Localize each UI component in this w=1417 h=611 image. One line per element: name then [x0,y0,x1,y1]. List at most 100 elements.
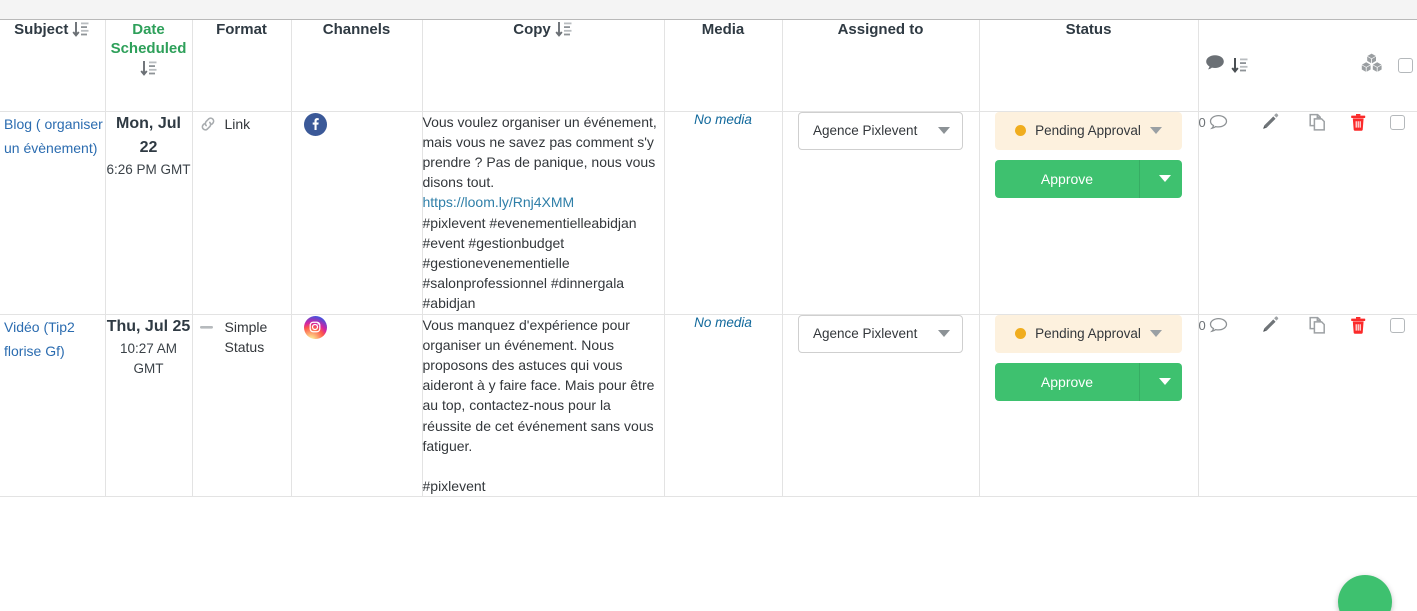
status-dot-icon [1015,328,1027,340]
comment-count: 0 [1198,317,1206,333]
header-row: Subject Date Scheduled Format Channels C… [0,20,1417,112]
column-header-actions [1198,20,1417,112]
delete-action[interactable] [1339,316,1378,335]
link-icon [199,115,217,133]
chevron-down-icon [938,127,950,134]
assigned-to-value: Agence Pixlevent [813,326,918,342]
approve-button[interactable]: Approve [995,362,1140,401]
post-subject-link[interactable]: Vidéo (Tip2 florise Gf) [0,315,105,363]
copy-hashtags: #pixlevent #evenementielleabidjan #event… [422,214,641,312]
scheduled-time: 10:27 AM GMT [119,340,178,376]
cell-assigned-to: Agence Pixlevent [782,111,980,315]
approve-dropdown-toggle[interactable] [1140,362,1182,401]
comment-action[interactable]: 0 [1199,317,1245,334]
cell-status: Pending Approval Approve [979,111,1199,315]
approve-button[interactable]: Approve [995,159,1140,198]
content-calendar-page: Subject Date Scheduled Format Channels C… [0,0,1417,611]
select-all-checkbox[interactable] [1398,57,1413,73]
duplicate-action[interactable] [1295,112,1339,133]
cell-copy: Vous manquez d'expérience pour organiser… [422,314,665,498]
scheduled-day: Thu, Jul 25 [106,317,191,335]
chevron-down-icon [938,330,950,338]
pencil-icon [1263,113,1279,129]
copy-icon [1309,316,1325,334]
column-label-media: Media [701,21,745,38]
cell-actions: 0 [1198,314,1417,498]
copy-body: Vous manquez d'expérience pour organiser… [422,316,659,454]
table-row: Blog ( organiser un évènement) Mon, Jul … [0,111,1417,315]
pencil-icon [1263,316,1279,332]
column-label-status: Status [1065,21,1112,38]
row-select-checkbox-wrap[interactable] [1378,317,1417,333]
format-label: Link [224,115,251,132]
sort-descending-icon[interactable] [555,21,573,38]
cell-format: Simple Status [192,314,292,498]
column-header-media: Media [664,20,783,112]
post-subject-link[interactable]: Blog ( organiser un évènement) [0,112,105,160]
dash-icon [199,318,217,336]
top-strip [0,0,1417,20]
copy-hashtags: #pixlevent [422,477,486,494]
new-post-button[interactable] [1338,575,1392,611]
trash-icon [1351,316,1366,334]
row-select-checkbox-wrap[interactable] [1378,114,1417,130]
column-header-format: Format [192,20,292,112]
comment-icon[interactable] [1205,54,1225,76]
assigned-to-dropdown[interactable]: Agence Pixlevent [798,111,963,150]
sort-descending-icon[interactable] [72,21,90,38]
column-header-status: Status [979,20,1199,112]
cubes-icon[interactable] [1360,53,1384,78]
column-label-assigned-to: Assigned to [837,21,924,38]
cell-media: No media [664,111,783,315]
row-select-checkbox[interactable] [1390,317,1406,333]
cell-assigned-to: Agence Pixlevent [782,314,980,498]
assigned-to-dropdown[interactable]: Agence Pixlevent [798,314,963,353]
row-select-checkbox[interactable] [1390,114,1406,130]
cell-media: No media [664,314,783,498]
status-badge[interactable]: Pending Approval [995,314,1182,353]
edit-action[interactable] [1244,112,1295,132]
no-media-label: No media [694,111,752,127]
comment-action[interactable]: 0 [1199,114,1245,131]
table-body: Blog ( organiser un évènement) Mon, Jul … [0,111,1417,498]
status-label: Pending Approval [1035,123,1141,138]
cell-format: Link [192,111,292,315]
comment-icon [1209,317,1227,332]
format-label: Simple Status [224,318,268,355]
column-header-channels: Channels [291,20,423,112]
column-label-copy: Copy [513,21,551,38]
posts-table: Subject Date Scheduled Format Channels C… [0,20,1417,498]
cell-subject: Blog ( organiser un évènement) [0,111,106,315]
cell-date-scheduled: Thu, Jul 25 10:27 AM GMT [105,314,193,498]
cell-status: Pending Approval Approve [979,314,1199,498]
column-header-subject[interactable]: Subject [0,20,106,112]
approve-dropdown-toggle[interactable] [1140,159,1182,198]
delete-action[interactable] [1339,113,1378,132]
edit-action[interactable] [1244,315,1295,335]
table-row: Vidéo (Tip2 florise Gf) Thu, Jul 25 10:2… [0,314,1417,498]
instagram-icon[interactable] [303,315,327,339]
cell-date-scheduled: Mon, Jul 22 6:26 PM GMT [105,111,193,315]
status-label: Pending Approval [1035,326,1141,342]
sort-descending-icon-active[interactable] [139,60,158,77]
column-header-assigned-to: Assigned to [782,20,980,112]
sort-descending-icon[interactable] [1230,57,1249,74]
column-label-date-scheduled: Date Scheduled [110,21,187,57]
trash-icon [1351,113,1366,131]
column-header-date-scheduled[interactable]: Date Scheduled [105,20,193,112]
status-dot-icon [1015,125,1027,136]
scheduled-time: 6:26 PM GMT [106,161,191,177]
comment-icon [1209,114,1227,129]
copy-icon [1309,113,1325,131]
column-header-copy[interactable]: Copy [422,20,665,112]
duplicate-action[interactable] [1295,315,1339,336]
chevron-down-icon [1159,378,1171,386]
cell-channels [291,314,423,498]
status-badge[interactable]: Pending Approval [995,111,1182,150]
table-header: Subject Date Scheduled Format Channels C… [0,20,1417,112]
facebook-icon[interactable] [303,112,327,136]
no-media-label: No media [694,314,752,330]
cell-channels [291,111,423,315]
copy-url-link[interactable]: https://loom.ly/Rnj4XMM [423,192,664,212]
column-label-channels: Channels [322,21,391,38]
